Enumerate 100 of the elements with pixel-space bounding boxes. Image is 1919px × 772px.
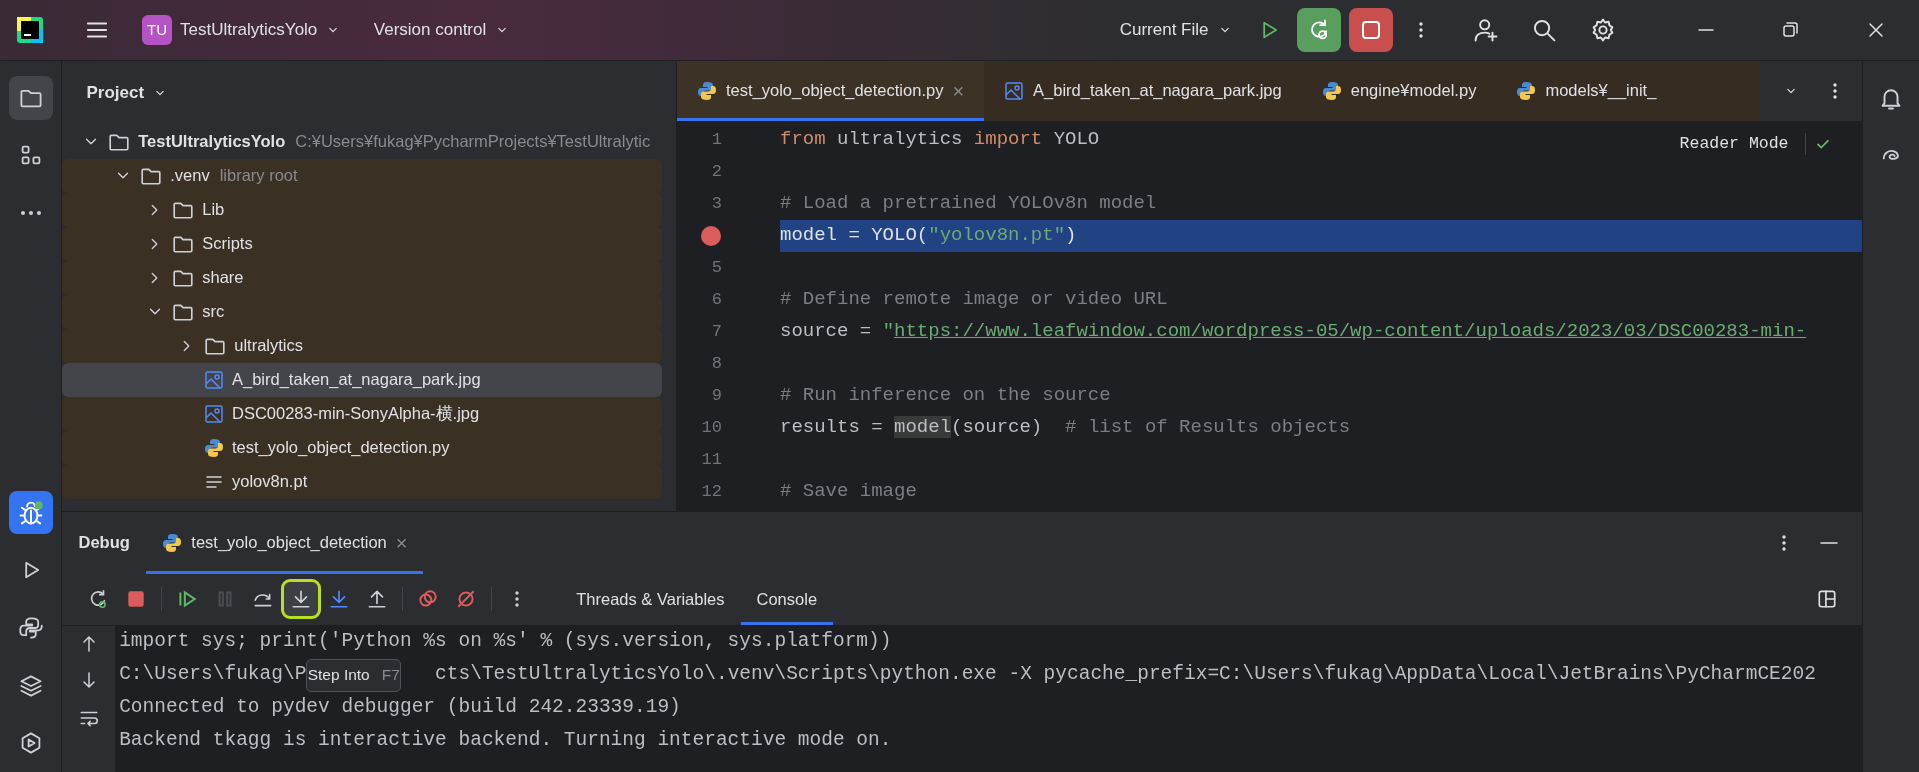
line-number: 2 [711,160,722,183]
code-line: # Run inference on the source [780,383,1111,409]
view-dropdown[interactable]: Project [78,73,177,112]
panel-title: Project [86,81,145,104]
tree-item-label: ultralytics [234,335,303,357]
console-line: import sys; print('Python %s on %s' % (sys.version, sys.platform)) [119,629,892,655]
line-number: 11 [701,448,722,471]
line-number: 12 [701,480,722,503]
panel-title: Debug [78,532,130,554]
tab-close-button[interactable]: × [952,75,965,106]
python-file-icon [162,532,183,553]
tab-label: test_yolo_object_detection.py [726,80,944,102]
tab-label: test_yolo_object_detection [191,532,387,554]
project-avatar: TU [142,14,172,45]
tab-close-button[interactable]: × [395,527,408,558]
project-switcher[interactable]: TU TestUltralyticsYolo [134,8,350,51]
folder-tool-button[interactable] [8,75,53,120]
debug-session-tab[interactable]: test_yolo_object_detection × [146,511,424,574]
more-icon [1417,19,1424,40]
tree-item-hint: C:¥Users¥fukag¥PycharmProjects¥TestUltralytic [295,131,651,153]
tree-item[interactable]: yolov8n.pt [62,464,662,499]
tree-item[interactable]: .venv library root [62,158,662,193]
view-tab[interactable]: Console [740,573,834,626]
editor-tab[interactable]: A_bird_taken_at_nagara_park.jpg [984,60,1302,121]
tree-item-label: share [202,267,244,289]
minimize-icon [1698,27,1714,32]
layers-icon [18,673,43,698]
tree-item-label: Scripts [202,233,253,255]
code-line: # Load a pretrained YOLOv8n model [780,191,1157,217]
tree-item[interactable]: src [62,294,662,329]
stop-icon [1360,18,1383,41]
run-config-selector[interactable]: Current File [1111,11,1241,49]
line-number: 3 [711,192,722,215]
tree-item[interactable]: Scripts [62,226,662,261]
more-icon [1781,532,1787,553]
tree-item-label: yolov8n.pt [232,471,308,493]
python-file-icon [1516,80,1537,101]
line-number: 8 [711,352,722,375]
more-icon [1831,80,1838,101]
tree-item[interactable]: ultralytics [62,328,662,363]
console-line: cts\TestUltralyticsYolo\.venv\Scripts\python.exe -X pycache_prefix=C:\Users\fukag\AppData\Local\JetBrains\PyCharmCE202 [435,662,1816,688]
breakpoint-icon[interactable] [701,225,721,246]
console-line: Connected to pydev debugger (build 242.23339.19) [119,695,681,721]
code-line: # Save image [780,479,917,505]
python-file-icon [697,80,717,101]
python-file-icon [204,437,224,458]
line-number: 10 [701,416,722,439]
step-into-button[interactable] [283,582,318,617]
tree-item[interactable]: DSC00283-min-SonyAlpha-横.jpg [62,396,662,431]
editor-tab[interactable]: test_yolo_object_detection.py × [677,60,985,121]
tree-item[interactable]: share [62,260,662,295]
tree-item-label: Lib [202,199,225,221]
python-file-icon [1321,80,1342,101]
tree-item[interactable]: Lib [62,192,662,227]
tooltip: Step Into F7 [306,658,402,692]
tree-item-label: DSC00283-min-SonyAlpha-横.jpg [232,403,480,425]
editor-tab[interactable]: engine¥model.py [1301,60,1497,121]
reader-mode-button[interactable]: Reader Mode [1671,125,1797,163]
console-line: C:\Users\fukag\P [119,662,307,688]
code-line: results = model(source) # list of Results objects [780,415,1351,441]
tree-item-label: A_bird_taken_at_nagara_park.jpg [232,369,481,391]
line-number: 1 [711,128,722,151]
image-file-icon [204,403,224,424]
line-number: 7 [711,320,722,343]
tree-item-label: test_yolo_object_detection.py [232,437,450,459]
layout-icon [1815,588,1838,611]
bug-icon [17,499,44,526]
run-config-label: Current File [1119,19,1209,42]
tab-label: models¥__init_ [1545,80,1657,102]
app-logo-icon [16,16,43,43]
tab-label: engine¥model.py [1350,80,1477,102]
python-icon [18,615,43,640]
line-number: 6 [711,288,722,311]
code-line: source = "https://www.leafwindow.com/wordpress-05/wp-content/uploads/2023/03/DSC00283-min- [780,319,1807,345]
code-line: model = YOLO("yolov8n.pt") [780,223,1077,249]
debug-button[interactable] [1297,7,1341,52]
editor-tab[interactable]: models¥__init_ [1496,60,1677,121]
tree-item-label: TestUltralyticsYolo [138,131,286,153]
vcs-label: Version control [373,19,487,42]
image-file-icon [204,369,224,390]
code-line: from ultralytics import YOLO [780,127,1100,153]
image-file-icon [1004,80,1025,101]
code-line: # Define remote image or video URL [780,287,1168,313]
view-tab[interactable]: Threads & Variables [560,573,741,626]
bug-tool-button[interactable] [8,490,53,535]
restore-icon [1780,19,1800,40]
vcs-menu[interactable]: Version control [365,11,519,49]
line-number: 5 [711,256,722,279]
more-icon [513,589,520,610]
tree-item[interactable]: A_bird_taken_at_nagara_park.jpg [62,362,662,397]
tree-item[interactable]: test_yolo_object_detection.py [62,430,662,465]
console-line: Backend tkagg is interactive backend. Turning interactive mode on. [119,728,892,754]
tree-item-label: .venv [170,165,210,187]
tree-item[interactable]: TestUltralyticsYolo C:¥Users¥fukag¥PycharmProjects¥TestUltralytic [62,124,662,159]
minimize-panel-icon [1819,540,1838,545]
add-user-icon [1472,16,1499,43]
line-number: 9 [711,384,722,407]
tree-item-label: src [202,301,225,323]
project-name: TestUltralyticsYolo [180,19,318,42]
stop-button[interactable] [1349,7,1394,52]
